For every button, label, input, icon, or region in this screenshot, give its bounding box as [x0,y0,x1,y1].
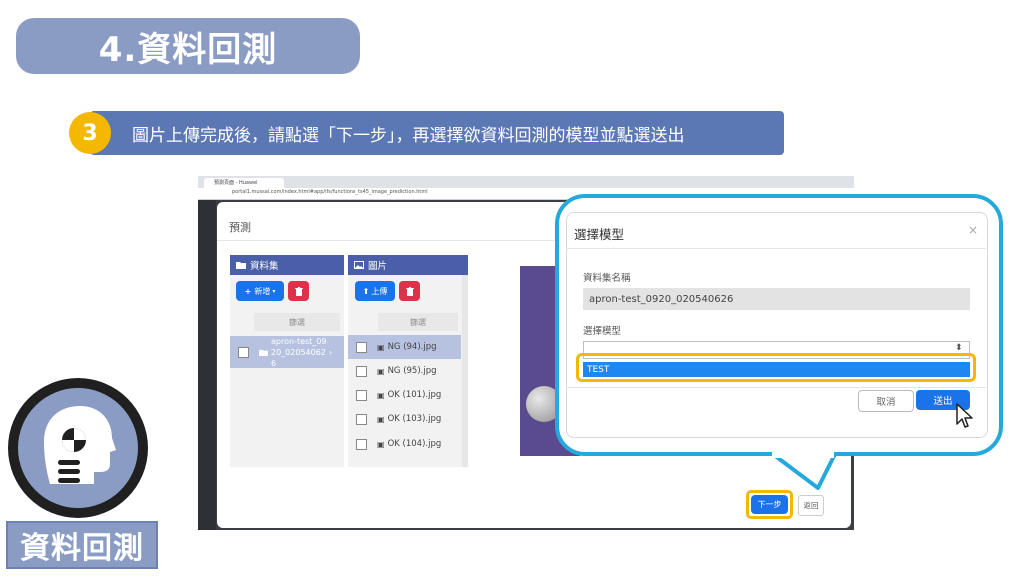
image-icon: ▣ [377,366,385,376]
image-icon: ▣ [377,439,385,449]
image-item-label: OK (101).jpg [387,390,442,400]
step-instruction-text: 圖片上傳完成後，請點選「下一步」，再選擇欲資料回測的模型並點選送出 [132,125,685,146]
image-icon [354,261,364,269]
dialog-divider [566,248,986,249]
image-checkbox[interactable] [356,365,367,377]
image-checkbox[interactable] [356,341,367,353]
image-panel-title: 圖片 [368,261,388,272]
cursor-icon [956,403,973,428]
image-checkbox[interactable] [356,389,367,401]
page-backdrop [198,200,216,530]
folder-icon [259,349,268,356]
image-icon: ▣ [377,390,385,400]
section-label: 資料回測 [6,521,158,569]
dataset-name-field: apron-test_0920_020540626 [583,288,970,310]
upload-button[interactable]: ⬆ 上傳 [355,281,395,301]
browser-tab[interactable]: 預測頁面 - Huawei [204,178,284,188]
select-arrow-icon[interactable]: ⬍ [955,343,963,353]
delete-dataset-button[interactable] [288,281,309,301]
image-checkbox[interactable] [356,438,367,450]
image-item-label: OK (104).jpg [387,439,442,449]
image-checkbox[interactable] [356,413,367,425]
image-panel-header: 圖片 [348,255,468,275]
step-number-badge: 3 [69,112,111,154]
image-list-item[interactable]: ▣ NG (95).jpg [348,359,461,383]
close-icon[interactable]: × [968,223,978,237]
image-item-label: NG (94).jpg [387,342,437,352]
model-select-label: 選擇模型 [583,326,622,337]
caret-down-icon: ▾ [272,287,276,295]
callout-tail-mask [772,448,834,458]
cancel-button[interactable]: 取消 [858,390,914,412]
upload-icon: ⬆ [362,286,370,296]
add-dataset-button[interactable]: + 新增 ▾ [236,281,284,301]
image-list-scrollbar[interactable] [462,275,468,467]
browser-tab-bar [198,176,854,188]
dataset-panel-title: 資料集 [250,261,279,272]
image-list-item[interactable]: ▣ OK (104).jpg [348,432,461,456]
image-item-label: OK (103).jpg [387,414,442,424]
add-dataset-label: 新增 [254,286,271,296]
trash-icon [294,286,303,296]
page-title: 4.資料回測 [16,18,360,74]
browser-url-text: portal1.mussai.com/index.html#app/ifs/fu… [232,189,428,195]
dataset-list-item[interactable]: apron-test_0920_020540626 › [230,336,344,368]
dataset-checkbox[interactable] [238,346,249,358]
delete-image-button[interactable] [399,281,420,301]
option-highlight [576,353,976,382]
step-instruction-bar: 圖片上傳完成後，請點選「下一步」，再選擇欲資料回測的模型並點選送出 [90,111,784,155]
dataset-name-label: 資料集名稱 [583,273,631,284]
trash-icon [405,286,414,296]
dialog-divider [566,387,986,388]
plus-icon: + [244,286,252,296]
image-icon: ▣ [377,414,385,424]
dataset-item-label: apron-test_0920_020540626 [271,336,327,368]
predict-modal-title: 預測 [229,221,251,234]
image-list-item[interactable]: ▣ OK (103).jpg [348,407,461,431]
next-step-button[interactable]: 下一步 [751,495,788,514]
image-list-item[interactable]: ▣ NG (94).jpg [348,335,461,359]
chevron-right-icon: › [329,347,333,357]
image-list-item[interactable]: ▣ OK (101).jpg [348,383,461,407]
head-avatar-icon [18,388,138,508]
dataset-filter-input[interactable]: 篩選 [254,313,340,331]
dataset-panel-header: 資料集 [230,255,344,275]
select-model-title: 選擇模型 [574,227,625,242]
folder-icon [236,262,246,269]
upload-label: 上傳 [371,286,388,296]
image-filter-input[interactable]: 篩選 [378,313,458,331]
image-item-label: NG (95).jpg [387,366,437,376]
image-icon: ▣ [377,342,385,352]
back-button[interactable]: 返回 [798,495,824,516]
